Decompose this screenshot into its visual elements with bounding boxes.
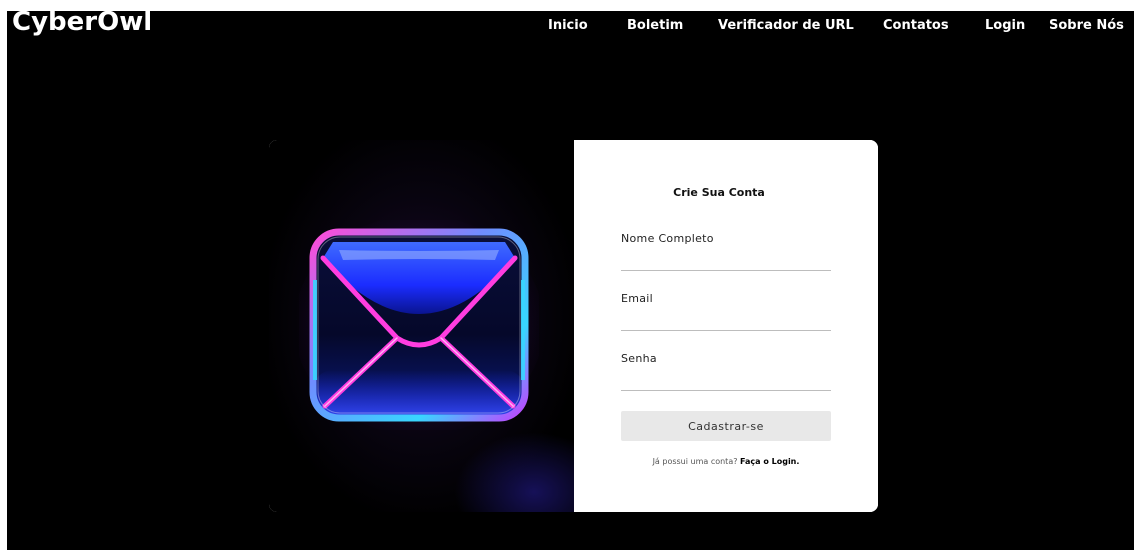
neon-envelope-icon [299, 220, 539, 430]
password-label: Senha [621, 352, 657, 365]
email-label: Email [621, 292, 654, 305]
corner-glow [454, 432, 574, 512]
nav-item-login[interactable]: Login [985, 18, 1025, 33]
email-input[interactable] [621, 306, 831, 331]
nav-item-boletim[interactable]: Boletim [627, 18, 683, 33]
page-background: CyberOwl Inicio Boletim Verificador de U… [7, 11, 1134, 550]
signup-card: Crie Sua Conta Nome Completo Email Senha… [269, 140, 878, 512]
nav-item-inicio[interactable]: Inicio [548, 18, 588, 33]
nav-item-sobre-nos[interactable]: Sobre Nós [1049, 18, 1124, 33]
login-hint: Já possui uma conta? Faça o Login. [621, 457, 831, 466]
top-nav: Inicio Boletim Verificador de URL Contat… [7, 18, 1134, 38]
password-field: Senha [621, 352, 831, 391]
nav-item-contatos[interactable]: Contatos [883, 18, 949, 33]
email-field: Email [621, 292, 831, 331]
form-title: Crie Sua Conta [673, 186, 765, 199]
illustration-panel [269, 140, 574, 512]
full-name-input[interactable] [621, 246, 831, 271]
login-link[interactable]: Faça o Login. [740, 457, 799, 466]
signup-button[interactable]: Cadastrar-se [621, 411, 831, 441]
password-input[interactable] [621, 366, 831, 391]
signup-form: Crie Sua Conta Nome Completo Email Senha… [574, 140, 878, 512]
full-name-field: Nome Completo [621, 232, 831, 271]
full-name-label: Nome Completo [621, 232, 714, 245]
login-prompt: Já possui uma conta? [652, 457, 738, 466]
nav-item-verificador-url[interactable]: Verificador de URL [718, 18, 854, 33]
